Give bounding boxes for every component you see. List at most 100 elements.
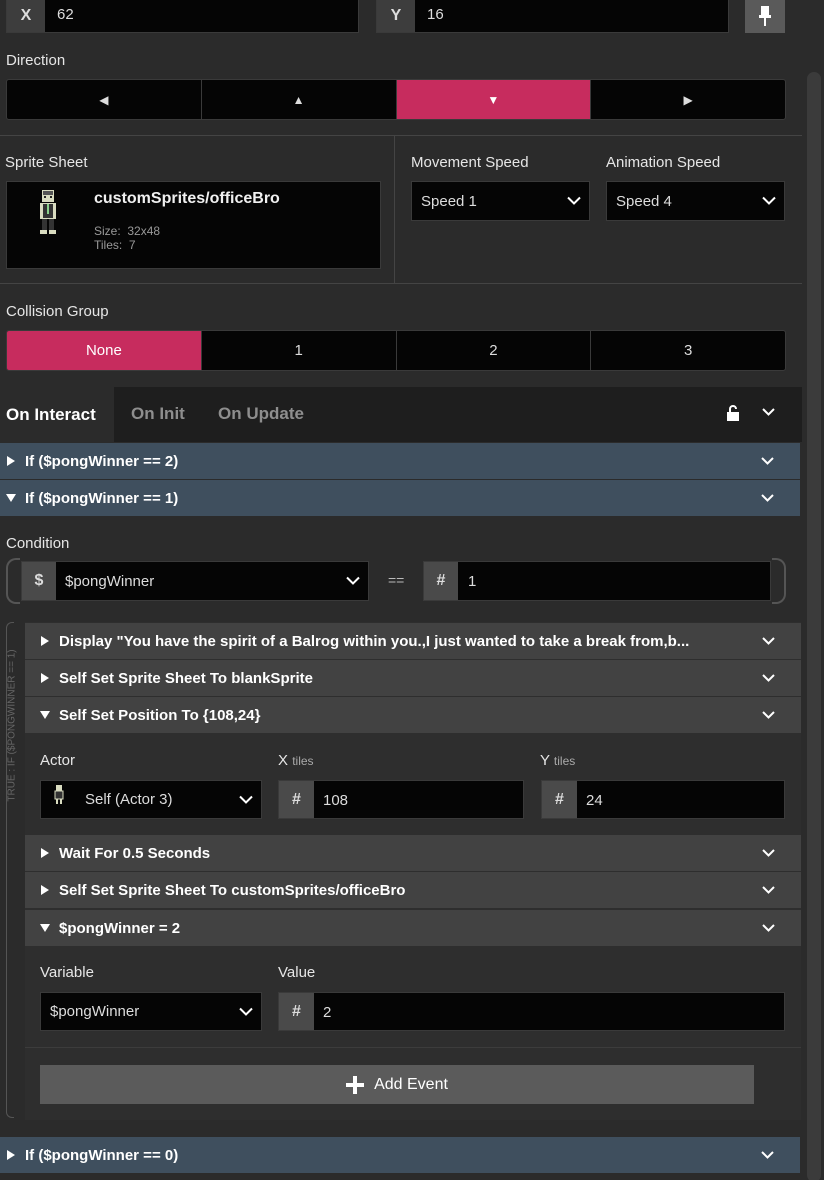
condition-variable-value: $pongWinner	[65, 573, 155, 590]
chevron-down-icon[interactable]	[762, 886, 775, 894]
arrow-up-icon: ▲	[292, 92, 305, 107]
event-header-wait[interactable]: Wait For 0.5 Seconds	[25, 835, 801, 871]
number-prefix: #	[542, 781, 577, 818]
event-header-if-1[interactable]: If ($pongWinner == 1)	[0, 480, 800, 516]
variable-select[interactable]: $pongWinner	[40, 992, 262, 1031]
x-prefix: X	[7, 0, 45, 32]
event-title: If ($pongWinner == 1)	[25, 489, 179, 507]
add-event-button[interactable]: Add Event	[40, 1065, 754, 1104]
value-field[interactable]: # 2	[278, 992, 785, 1031]
tab-on-init[interactable]: On Init	[131, 404, 185, 424]
caret-right-icon	[7, 456, 15, 466]
sprite-sheet-picker[interactable]: customSprites/officeBro Size: 32x48 Tile…	[6, 181, 381, 269]
pin-icon	[759, 5, 771, 26]
chevron-down-icon[interactable]	[761, 1151, 774, 1159]
caret-right-icon	[41, 885, 49, 895]
caret-down-icon	[40, 924, 50, 932]
chevron-down-icon[interactable]	[762, 849, 775, 857]
y-unit: tiles	[553, 754, 576, 768]
x-tiles-field[interactable]: # 108	[278, 780, 524, 819]
actor-select[interactable]: Self (Actor 3)	[40, 780, 262, 819]
arrow-right-icon: ▶	[683, 92, 693, 107]
sprite-thumbnail-icon	[40, 190, 56, 234]
tab-on-update[interactable]: On Update	[218, 404, 304, 424]
x-unit: tiles	[292, 754, 314, 768]
collision-3-button[interactable]: 3	[591, 331, 785, 370]
direction-left-button[interactable]: ◀	[7, 80, 202, 119]
chevron-down-icon[interactable]	[762, 924, 775, 932]
caret-right-icon	[41, 848, 49, 858]
caret-right-icon	[7, 1150, 15, 1160]
event-header-set-variable[interactable]: $pongWinner = 2	[25, 910, 801, 946]
arrow-left-icon: ◀	[99, 92, 109, 107]
condition-value: 1	[468, 573, 477, 590]
direction-right-button[interactable]: ▶	[591, 80, 785, 119]
direction-up-button[interactable]: ▲	[202, 80, 397, 119]
actor-value: Self (Actor 3)	[85, 791, 173, 808]
arrow-down-icon: ▼	[487, 92, 500, 107]
event-header-set-position[interactable]: Self Set Position To {108,24}	[25, 697, 801, 733]
collision-group-selector[interactable]: None 1 2 3	[6, 330, 786, 371]
sprite-size: Size: 32x48	[94, 224, 160, 238]
tab-on-interact[interactable]: On Interact	[0, 387, 114, 442]
collision-1-button[interactable]: 1	[202, 331, 397, 370]
y-position-field[interactable]: Y 16	[376, 0, 729, 33]
event-title: If ($pongWinner == 2)	[25, 452, 179, 470]
collision-2-button[interactable]: 2	[397, 331, 592, 370]
chevron-down-icon[interactable]	[761, 494, 774, 502]
caret-right-icon	[41, 673, 49, 683]
number-prefix: #	[424, 562, 458, 600]
animation-speed-select[interactable]: Speed 4	[606, 181, 785, 221]
direction-down-button[interactable]: ▼	[396, 80, 592, 119]
x-tiles-label: X tiles	[278, 752, 314, 769]
chevron-down-icon	[239, 795, 253, 804]
sprite-name: customSprites/officeBro	[94, 190, 280, 207]
chevron-down-icon[interactable]	[761, 457, 774, 465]
condition-variable-select[interactable]: $ $pongWinner	[21, 561, 369, 601]
event-header-set-sprite-blank[interactable]: Self Set Sprite Sheet To blankSprite	[25, 660, 801, 696]
script-tabs-bar: On Interact On Init On Update	[0, 387, 802, 442]
direction-selector[interactable]: ◀ ▲ ▼ ▶	[6, 79, 786, 120]
event-title: Self Set Sprite Sheet To blankSprite	[59, 669, 313, 687]
plus-icon	[346, 1075, 365, 1094]
chevron-down-icon[interactable]	[762, 637, 775, 645]
add-event-label: Add Event	[374, 1075, 448, 1093]
number-prefix: #	[279, 781, 314, 818]
divider	[0, 283, 802, 284]
condition-bracket-left	[6, 558, 20, 604]
caret-down-icon	[6, 494, 16, 502]
condition-bracket-right	[772, 558, 786, 604]
event-header-if-2[interactable]: If ($pongWinner == 2)	[0, 443, 800, 479]
chevron-down-icon[interactable]	[762, 674, 775, 682]
condition-value-field[interactable]: # 1	[423, 561, 771, 601]
caret-down-icon	[40, 711, 50, 719]
pin-button[interactable]	[745, 0, 785, 33]
sprite-tiles-value: 7	[128, 238, 136, 252]
x-position-field[interactable]: X 62	[6, 0, 359, 33]
y-prefix: Y	[377, 0, 415, 32]
sprite-sheet-label: Sprite Sheet	[5, 154, 88, 171]
chevron-down-icon	[239, 1007, 253, 1016]
collision-none-button[interactable]: None	[7, 331, 202, 370]
scrollbar-track[interactable]	[804, 0, 824, 1180]
branch-side-label: TRUE : IF ($PONGWINNER == 1)	[6, 649, 18, 802]
event-header-display[interactable]: Display "You have the spirit of a Balrog…	[25, 623, 801, 659]
caret-right-icon	[41, 636, 49, 646]
y-label: Y	[540, 752, 550, 769]
condition-operator[interactable]: ==	[388, 572, 404, 588]
value-value: 2	[323, 1004, 332, 1021]
movement-speed-select[interactable]: Speed 1	[411, 181, 590, 221]
event-header-if-0[interactable]: If ($pongWinner == 0)	[0, 1137, 800, 1173]
event-title: If ($pongWinner == 0)	[25, 1146, 179, 1164]
event-header-set-sprite-office[interactable]: Self Set Sprite Sheet To customSprites/o…	[25, 872, 801, 908]
variable-value: $pongWinner	[50, 1003, 140, 1020]
sprite-tiles-label: Tiles:	[94, 238, 123, 252]
lock-open-icon[interactable]	[726, 405, 740, 421]
scrollbar-thumb[interactable]	[807, 72, 821, 1180]
chevron-down-icon	[346, 576, 360, 585]
chevron-down-icon[interactable]	[762, 408, 775, 416]
chevron-down-icon[interactable]	[762, 711, 775, 719]
y-tiles-field[interactable]: # 24	[541, 780, 785, 819]
chevron-down-icon	[762, 196, 776, 205]
divider	[0, 135, 802, 136]
